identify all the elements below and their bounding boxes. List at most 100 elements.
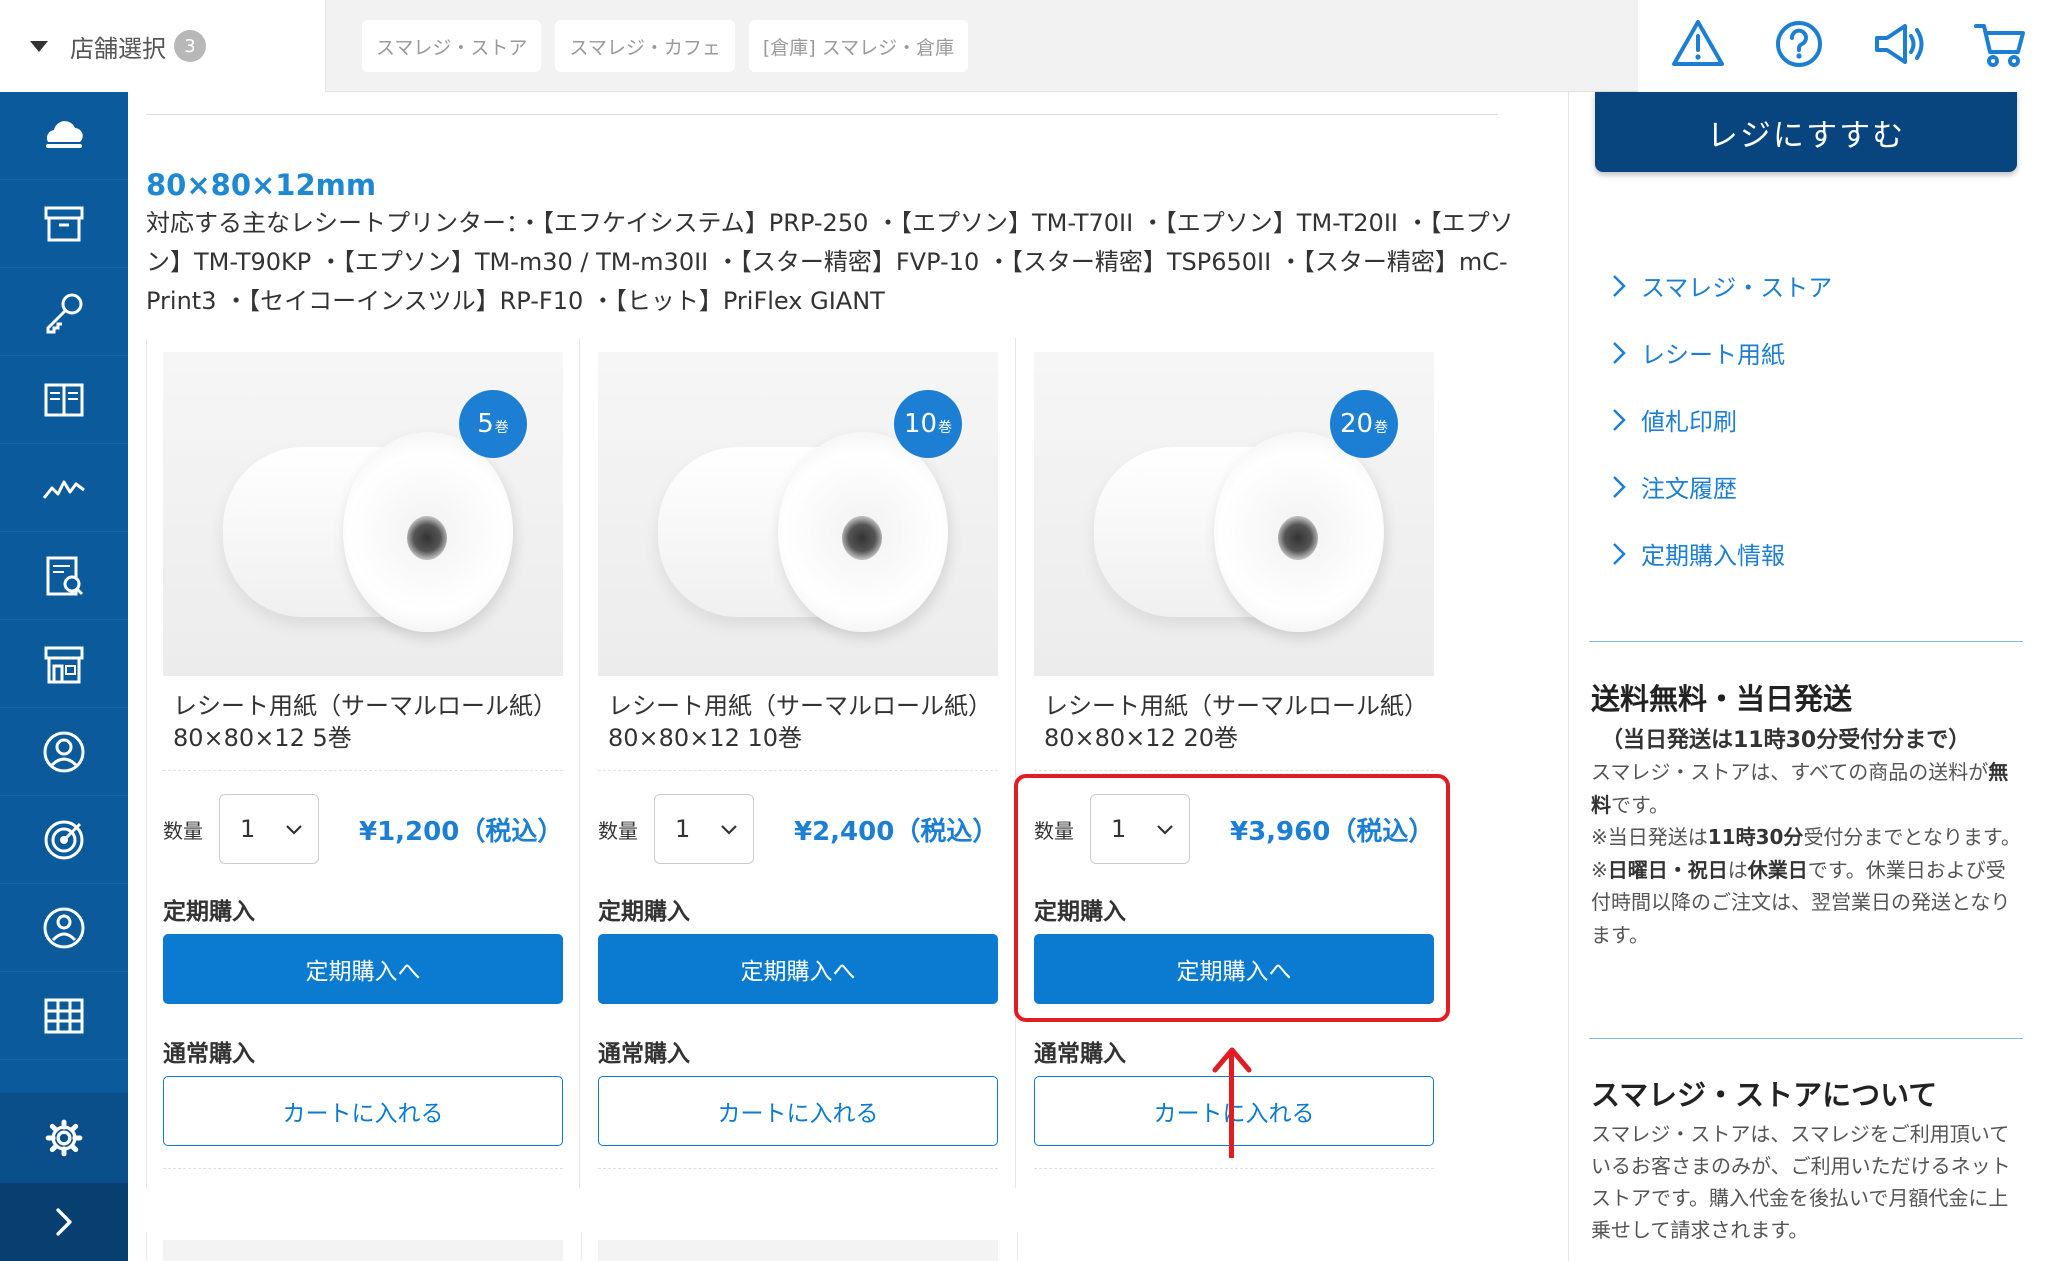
target-icon xyxy=(44,820,84,859)
size-title: 80×80×12mm xyxy=(146,168,377,202)
chevron-right-icon xyxy=(1613,408,1626,431)
store-tabs: スマレジ・ストア スマレジ・カフェ [倉庫] スマレジ・倉庫 xyxy=(362,20,969,72)
quantity-badge: 10 巻 xyxy=(894,390,962,458)
divider xyxy=(163,1168,563,1169)
sidebar-item-report[interactable] xyxy=(0,532,128,620)
divider xyxy=(1589,1038,2023,1039)
header-icons xyxy=(1638,0,2060,92)
help-icon[interactable] xyxy=(1771,16,1827,76)
store-selector[interactable]: 店舗選択 3 xyxy=(0,0,326,92)
divider xyxy=(598,770,998,771)
quantity-label: 数量 xyxy=(598,818,638,843)
store-tab[interactable]: スマレジ・ストア xyxy=(362,20,542,72)
book-icon xyxy=(44,383,84,416)
sidebar-item-grid[interactable] xyxy=(0,972,128,1060)
chevron-down-icon xyxy=(286,825,302,835)
product-image[interactable]: 5巻 xyxy=(163,352,563,676)
user-icon xyxy=(43,907,85,948)
price: ¥2,400（税込） xyxy=(794,816,999,847)
divider xyxy=(598,1168,998,1169)
divider xyxy=(1034,1168,1434,1169)
store-icon xyxy=(44,646,84,683)
chevron-down-icon xyxy=(721,825,737,835)
product-image[interactable] xyxy=(163,1240,563,1261)
chevron-right-icon xyxy=(56,1208,72,1236)
add-to-cart-button[interactable]: カートに入れる xyxy=(598,1076,998,1146)
about-title: スマレジ・ストアについて xyxy=(1591,1078,1938,1112)
shipping-subtitle: （当日発送は11時30分受付分まで） xyxy=(1601,728,1971,753)
store-count-badge: 3 xyxy=(174,30,206,62)
cart-icon[interactable] xyxy=(1972,16,2028,76)
sidebar-item-target[interactable] xyxy=(0,796,128,884)
caret-down-icon xyxy=(30,40,48,52)
divider xyxy=(1589,641,2023,642)
regular-purchase-label: 通常購入 xyxy=(1034,1041,1126,1067)
sidebar-item-store[interactable] xyxy=(0,620,128,708)
store-select-label: 店舗選択 xyxy=(70,34,166,63)
nav-link-order-history[interactable]: 注文履歴 xyxy=(1609,453,1832,520)
add-to-cart-button[interactable]: カートに入れる xyxy=(1034,1076,1434,1146)
quantity-select[interactable]: 1 xyxy=(219,794,319,864)
right-nav: スマレジ・ストア レシート用紙 値札印刷 注文履歴 定期購入情報 xyxy=(1609,252,1832,587)
product-name[interactable]: レシート用紙（サーマルロール紙）80×80×12 20巻 xyxy=(1044,690,1434,754)
store-tab[interactable]: [倉庫] スマレジ・倉庫 xyxy=(748,20,969,72)
chart-line-icon xyxy=(42,480,85,499)
cloud-icon xyxy=(46,120,83,148)
report-icon xyxy=(46,556,84,595)
nav-link-receipt-paper[interactable]: レシート用紙 xyxy=(1609,319,1832,386)
checkout-button[interactable]: レジにすすむ xyxy=(1595,92,2017,172)
nav-link-price-tag[interactable]: 値札印刷 xyxy=(1609,386,1832,453)
warning-icon[interactable] xyxy=(1670,16,1726,76)
product-name[interactable]: レシート用紙（サーマルロール紙）80×80×12 5巻 xyxy=(173,690,563,754)
product-image[interactable]: 20 巻 xyxy=(1034,352,1434,676)
price: ¥1,200（税込） xyxy=(359,816,564,847)
chevron-right-icon xyxy=(1613,542,1626,565)
grid-icon xyxy=(44,998,84,1033)
nav-link-store[interactable]: スマレジ・ストア xyxy=(1609,252,1832,319)
quantity-label: 数量 xyxy=(163,818,203,843)
sidebar-item-analytics[interactable] xyxy=(0,444,128,532)
divider xyxy=(146,114,1498,115)
chevron-right-icon xyxy=(1613,274,1626,297)
left-sidebar xyxy=(0,92,128,1261)
top-bar: 店舗選択 3 スマレジ・ストア スマレジ・カフェ [倉庫] スマレジ・倉庫 xyxy=(0,0,2060,92)
sidebar-expand-button[interactable] xyxy=(0,1183,128,1261)
main-content: 80×80×12mm 対応する主なレシートプリンター：・【エフケイシステム】PR… xyxy=(128,92,1568,1261)
product-card: 5巻 レシート用紙（サーマルロール紙）80×80×12 5巻 数量 1 ¥1,2… xyxy=(146,338,580,1188)
quantity-row: 数量 1 ¥1,200（税込） xyxy=(163,794,573,864)
shipping-info: スマレジ・ストアは、すべての商品の送料が無料です。 ※当日発送は11時30分受付… xyxy=(1591,760,2021,947)
product-card xyxy=(582,1232,1018,1261)
quantity-select[interactable]: 1 xyxy=(654,794,754,864)
add-to-cart-button[interactable]: カートに入れる xyxy=(163,1076,563,1146)
sidebar-item-archive[interactable] xyxy=(0,180,128,268)
store-tab[interactable]: スマレジ・カフェ xyxy=(555,20,735,72)
sidebar-item-key[interactable] xyxy=(0,268,128,356)
subscribe-button[interactable]: 定期購入へ xyxy=(598,934,998,1004)
product-image[interactable] xyxy=(598,1240,998,1261)
sidebar-item-customer[interactable] xyxy=(0,708,128,796)
quantity-badge: 20 巻 xyxy=(1330,390,1398,458)
sidebar-item-cloud[interactable] xyxy=(0,92,128,180)
compatible-printers-text: 対応する主なレシートプリンター：・【エフケイシステム】PRP-250 ・【エプソ… xyxy=(146,209,1514,315)
product-image[interactable]: 10 巻 xyxy=(598,352,998,676)
shipping-title: 送料無料・当日発送 xyxy=(1591,682,1853,716)
quantity-row: 数量 1 ¥2,400（税込） xyxy=(598,794,1008,864)
subscription-label: 定期購入 xyxy=(163,899,255,925)
sidebar-item-book[interactable] xyxy=(0,356,128,444)
archive-box-icon xyxy=(44,206,84,241)
regular-purchase-label: 通常購入 xyxy=(163,1041,255,1067)
right-sidebar: レジにすすむ スマレジ・ストア レシート用紙 値札印刷 注文履歴 定期購入情報 … xyxy=(1568,92,2060,1261)
divider xyxy=(1034,770,1434,771)
settings-button[interactable] xyxy=(0,1093,128,1183)
subscribe-button[interactable]: 定期購入へ xyxy=(163,934,563,1004)
user-circle-icon xyxy=(43,731,85,772)
subscription-label: 定期購入 xyxy=(598,899,690,925)
regular-purchase-label: 通常購入 xyxy=(598,1041,690,1067)
nav-link-subscription-info[interactable]: 定期購入情報 xyxy=(1609,520,1832,587)
divider xyxy=(163,770,563,771)
key-icon xyxy=(46,293,83,333)
megaphone-icon[interactable] xyxy=(1871,16,1927,76)
sidebar-item-user[interactable] xyxy=(0,884,128,972)
product-name[interactable]: レシート用紙（サーマルロール紙）80×80×12 10巻 xyxy=(608,690,998,754)
product-card: 10 巻 レシート用紙（サーマルロール紙）80×80×12 10巻 数量 1 ¥2… xyxy=(582,338,1016,1188)
